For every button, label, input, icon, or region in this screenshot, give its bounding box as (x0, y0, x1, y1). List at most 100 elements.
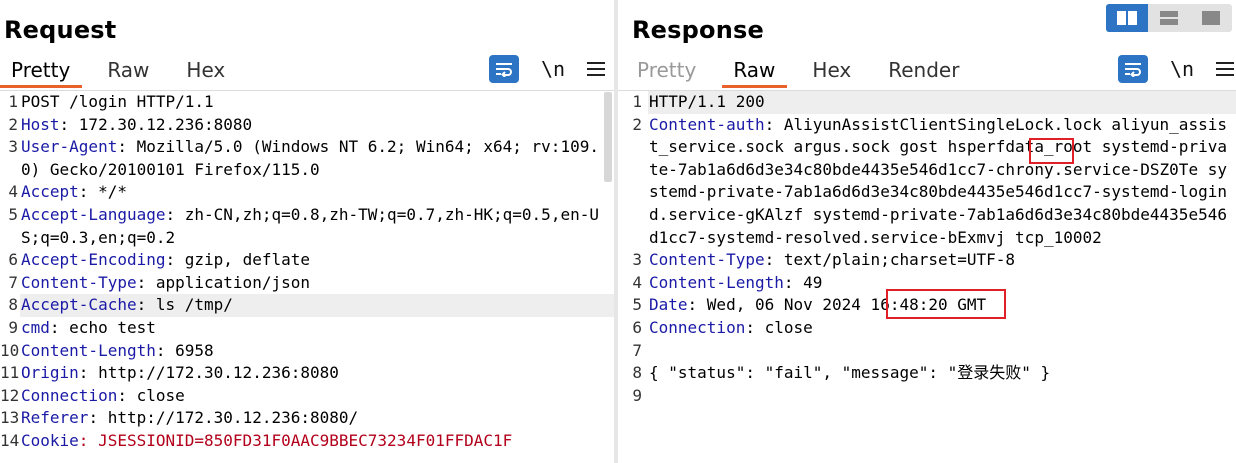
header-value: : http://172.30.12.236:8080 (78, 363, 339, 383)
code-line: 9 (618, 385, 1236, 408)
line-content: { "status": "fail", "message": "登录失败" } (648, 362, 1236, 385)
horizontal-split-view-button[interactable] (1148, 4, 1190, 32)
side-by-side-view-button[interactable] (1106, 4, 1148, 32)
code-line: 13 Referer: http://172.30.12.236:8080/ (0, 407, 614, 430)
line-number: 14 (0, 430, 20, 450)
header-name: Content-Type (649, 250, 765, 270)
word-wrap-icon (1125, 63, 1141, 77)
code-line: 2 Host: 172.30.12.236:8080 (0, 114, 614, 137)
line-number: 6 (8, 250, 18, 270)
request-scrollbar[interactable] (604, 92, 612, 182)
code-line: 4 Accept: */* (0, 181, 614, 204)
code-line: 3 Content-Type: text/plain;charset=UTF-8 (618, 249, 1236, 272)
line-number: 13 (0, 408, 20, 428)
request-toolbar: \n (489, 54, 606, 84)
line-number: 4 (8, 182, 18, 202)
header-name: Host (21, 114, 60, 134)
line-number: 12 (0, 385, 20, 405)
request-newline-toggle[interactable]: \n (541, 57, 565, 81)
line-number: 9 (8, 317, 18, 337)
hamburger-menu-icon[interactable] (587, 62, 606, 76)
hamburger-menu-icon[interactable] (1216, 62, 1235, 76)
request-tab-pretty[interactable]: Pretty (0, 54, 83, 88)
line-number: 5 (632, 295, 642, 315)
header-name: Accept (21, 182, 79, 202)
request-tab-hex[interactable]: Hex (175, 54, 237, 88)
layout-toggle (1106, 4, 1232, 32)
word-wrap-icon (496, 63, 512, 77)
header-name: Connection (649, 317, 746, 337)
line-number: 5 (8, 204, 18, 224)
request-tabs: Pretty Raw Hex (0, 54, 251, 90)
highlight-box-tcp (886, 289, 1006, 319)
header-value: : 6958 (155, 340, 214, 360)
line-number: 2 (8, 114, 18, 134)
header-name: Content-Type (21, 272, 137, 292)
header-value: : close (117, 385, 185, 405)
line-number: 3 (632, 250, 642, 270)
line-content: Content-auth: AliyunAssistClientSingleLo… (648, 114, 1236, 250)
header-name: Referer (21, 408, 89, 428)
header-value: : AliyunAssistClientSingleLock.lock aliy… (649, 114, 1227, 247)
code-line: 12 Connection: close (0, 385, 614, 408)
line-content: User-Agent: Mozilla/5.0 (Windows NT 6.2;… (20, 136, 614, 181)
response-word-wrap-button[interactable] (1118, 55, 1148, 83)
code-line: 9 cmd: echo test (0, 317, 614, 340)
code-line: 7 Content-Type: application/json (0, 272, 614, 295)
header-name: Accept-Encoding (21, 250, 166, 270)
header-name: Connection (21, 385, 118, 405)
line-content: Content-Length: 6958 (20, 340, 614, 363)
header-name: Cookie (21, 430, 79, 450)
response-newline-toggle[interactable]: \n (1170, 57, 1194, 81)
code-line: 1 HTTP/1.1 200 (618, 91, 1236, 114)
request-editor[interactable]: 1 POST /login HTTP/1.1 2 Host: 172.30.12.23… (0, 91, 614, 463)
response-tab-pretty[interactable]: Pretty (626, 54, 708, 88)
response-title: Response (632, 16, 764, 44)
header-name: Content-auth (649, 114, 765, 134)
response-tab-render[interactable]: Render (877, 54, 971, 88)
code-line: 5 Accept-Language: zh-CN,zh;q=0.8,zh-TW;q… (0, 204, 614, 249)
header-value (649, 341, 659, 360)
line-content: HTTP/1.1 200 (648, 91, 1236, 114)
response-tab-hex[interactable]: Hex (801, 54, 863, 88)
response-toolbar: \n (1118, 54, 1235, 84)
header-value: { "status": "fail", "message": "登录失败" } (649, 363, 1051, 383)
single-pane-view-button[interactable] (1190, 4, 1232, 32)
header-value: : close (745, 317, 813, 337)
line-number: 1 (8, 92, 18, 111)
line-number: 11 (0, 363, 20, 383)
response-editor[interactable]: 1 HTTP/1.1 200 2 Content-auth: AliyunAssist… (618, 91, 1236, 463)
line-content: POST /login HTTP/1.1 (20, 91, 614, 114)
response-tabs: Pretty Raw Hex Render (626, 54, 985, 90)
line-number: 3 (8, 137, 18, 157)
line-content: Host: 172.30.12.236:8080 (20, 114, 614, 137)
header-name: Content-Length (21, 340, 156, 360)
header-value: : 49 (783, 272, 823, 292)
header-value: : JSESSIONID=850FD31F0AAC9BBEC73234F01FF… (78, 430, 513, 450)
header-value: : */* (78, 182, 127, 202)
side-by-side-icon (1117, 11, 1137, 25)
header-value (649, 386, 659, 405)
code-line: 7 (618, 340, 1236, 363)
line-content: Accept: */* (20, 181, 614, 204)
line-content: Connection: close (648, 317, 1236, 340)
line-content (648, 340, 1236, 363)
request-pane: Request Pretty Raw Hex \n 1 POST /login H… (0, 0, 614, 463)
line-number: 2 (632, 114, 642, 134)
line-number: 10 (0, 340, 20, 360)
line-number: 9 (632, 385, 642, 405)
code-line: 2 Content-auth: AliyunAssistClientSingleL… (618, 114, 1236, 250)
header-value: : ls /tmp/ (136, 295, 233, 315)
code-line: 8 { "status": "fail", "message": "登录失败" } (618, 362, 1236, 385)
single-pane-icon (1202, 11, 1220, 25)
request-word-wrap-button[interactable] (489, 55, 519, 83)
code-line: 8 Accept-Cache: ls /tmp/ (0, 294, 614, 317)
request-tab-raw[interactable]: Raw (96, 54, 161, 88)
request-title: Request (4, 16, 117, 44)
response-tab-raw[interactable]: Raw (722, 54, 788, 88)
header-value: : application/json (136, 272, 310, 292)
line-number: 1 (632, 92, 642, 111)
header-value: : gzip, deflate (165, 250, 311, 270)
header-name: Content-Length (649, 272, 784, 292)
line-number: 4 (632, 272, 642, 292)
